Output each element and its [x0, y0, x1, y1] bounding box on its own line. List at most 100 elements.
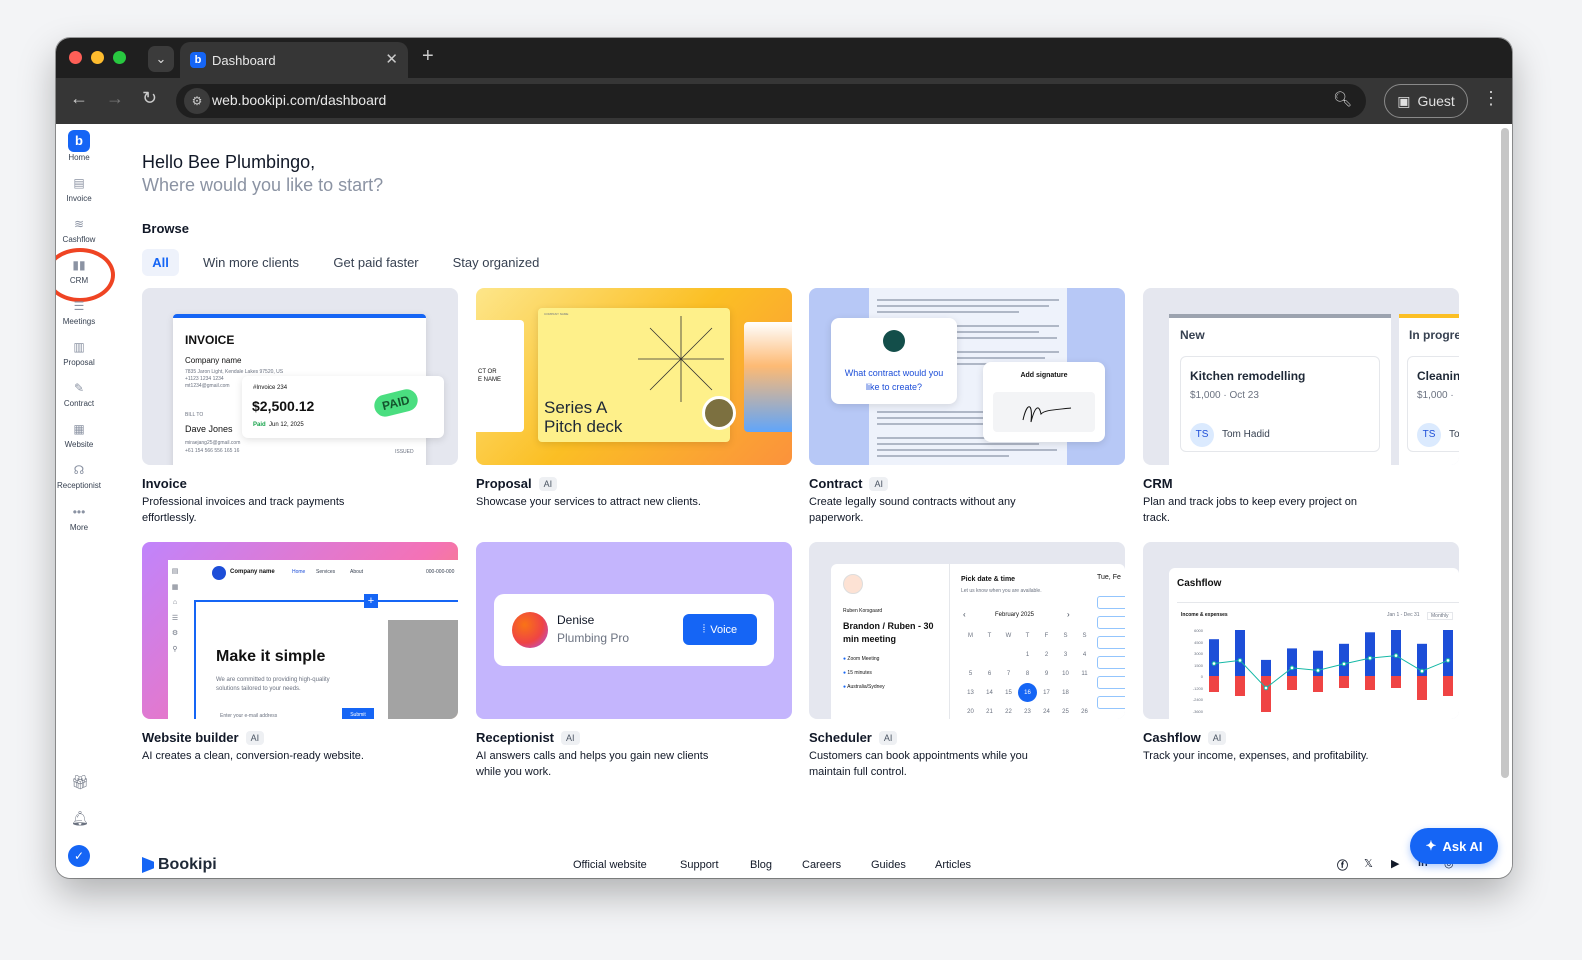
cashflow-icon: ≋ — [73, 217, 85, 231]
footer-link-guides[interactable]: Guides — [871, 859, 906, 871]
scheduler-duration-text: 15 minutes — [847, 670, 872, 676]
zoom-icon[interactable]: 🔍︎ — [1333, 90, 1352, 108]
card-cashflow[interactable]: Cashflow Income & expenses Jan 1 - Dec 3… — [1143, 542, 1459, 765]
maximize-window-button[interactable] — [113, 51, 126, 64]
cashflow-income-bar — [1365, 632, 1375, 676]
profile-button[interactable]: ▣ Guest — [1384, 84, 1468, 118]
scheduler-host: Ruben Korsgaard — [843, 608, 883, 614]
website-preview: ▤ ▦ ⌂ ☰ ⚙ ⚲ Company name Home Services About … — [142, 542, 458, 719]
cashflow-y-tick: 3000 — [1194, 651, 1203, 656]
new-tab-plus-icon[interactable]: + — [422, 45, 434, 68]
url-text[interactable]: web.bookipi.com/dashboard — [212, 92, 386, 108]
tab-search-chevron-down-icon[interactable]: ⌄ — [148, 46, 174, 72]
sidebar-item-cashflow[interactable]: ≋ Cashflow — [56, 214, 102, 244]
sidebar-item-home[interactable]: b Home — [56, 130, 102, 162]
close-window-button[interactable] — [69, 51, 82, 64]
chip-stay-organized[interactable]: Stay organized — [448, 249, 544, 276]
cashflow-range: Jan 1 - Dec 31 — [1387, 612, 1420, 618]
add-section-plus-icon: + — [364, 594, 378, 608]
close-tab-icon[interactable]: ✕ — [385, 50, 398, 68]
sidebar-item-website[interactable]: ▦ Website — [56, 419, 102, 449]
home-icon: b — [68, 130, 90, 152]
bookipi-logo-icon — [142, 857, 154, 873]
footer-link-blog[interactable]: Blog — [750, 859, 772, 871]
calendar-weekday: F — [1044, 632, 1049, 639]
calendar-day: 14 — [986, 689, 993, 696]
cashflow-divider — [1177, 602, 1459, 603]
forward-icon[interactable]: → — [106, 88, 124, 109]
sidebar-item-receptionist[interactable]: ☊ Receptionist — [56, 460, 102, 490]
bookipi-logo[interactable]: Bookipi — [142, 856, 217, 874]
proposal-icon: ▥ — [73, 340, 85, 354]
cashflow-y-tick: 4500 — [1194, 639, 1203, 645]
ask-ai-button[interactable]: ✦ Ask AI — [1410, 828, 1498, 864]
invoice-email: miraejang25@gmail.com — [185, 440, 241, 446]
calendar-day: 26 — [1081, 708, 1088, 715]
receptionist-name: Denise — [557, 613, 595, 627]
chip-get-paid-faster[interactable]: Get paid faster — [328, 249, 424, 276]
active-tab[interactable]: b Dashboard ✕ — [180, 42, 408, 78]
footer-link-support[interactable]: Support — [680, 859, 719, 871]
calendar-day: 21 — [986, 708, 993, 715]
website-email-input: Enter your e-mail address — [216, 708, 342, 719]
sidebar: b Home ▤ Invoice ≋ Cashflow ▮▮ CRM ☰ Mee… — [56, 124, 115, 878]
sidebar-item-meetings[interactable]: ☰ Meetings — [56, 296, 102, 326]
tab-title: Dashboard — [212, 53, 276, 68]
card-description: Plan and track jobs to keep every projec… — [1143, 496, 1358, 524]
card-description: AI answers calls and helps you gain new … — [476, 750, 709, 778]
cashflow-subtitle: Income & expenses — [1181, 612, 1228, 618]
card-proposal[interactable]: CT OR E NAME COMPANY NAME Series A Pitch… — [476, 288, 792, 511]
x-icon[interactable]: 𝕏 — [1364, 857, 1373, 870]
sidebar-item-label: Invoice — [66, 194, 92, 203]
site-settings-tune-icon[interactable]: ⚙ — [184, 88, 210, 114]
card-title: Contract — [809, 476, 863, 491]
reload-icon[interactable]: ↻ — [142, 88, 157, 109]
sidebar-item-proposal[interactable]: ▥ Proposal — [56, 337, 102, 367]
card-invoice[interactable]: INVOICE Company name 7835 Jaron Light, K… — [142, 288, 458, 526]
chip-all[interactable]: All — [142, 249, 179, 276]
website-subtext: We are committed to providing high-quali… — [216, 677, 330, 692]
ai-badge: AI — [1207, 730, 1227, 745]
address-bar[interactable]: ⚙ web.bookipi.com/dashboard 🔍︎ — [176, 84, 1366, 118]
minimize-window-button[interactable] — [91, 51, 104, 64]
calendar-day: 17 — [1043, 689, 1050, 696]
back-icon[interactable]: ← — [70, 88, 88, 109]
footer: Bookipi Official website Support Blog Ca… — [142, 856, 1454, 876]
calendar-day: 18 — [1062, 689, 1069, 696]
page-scrollbar[interactable] — [1501, 128, 1509, 778]
footer-link-official-website[interactable]: Official website — [573, 859, 647, 871]
chip-win-more-clients[interactable]: Win more clients — [198, 249, 304, 276]
card-description: Professional invoices and track payments… — [142, 496, 345, 524]
youtube-icon[interactable]: ▶ — [1391, 857, 1399, 870]
proposal-left-page: CT OR E NAME — [476, 320, 524, 432]
card-contract[interactable]: What contract would you like to create? … — [809, 288, 1125, 526]
cashflow-expense-bar — [1313, 676, 1323, 692]
kebab-icon[interactable]: ⋮ — [1482, 88, 1500, 109]
time-slot-list — [1097, 596, 1125, 709]
profile-check-icon[interactable]: ✓ — [68, 845, 90, 867]
card-website-builder[interactable]: ▤ ▦ ⌂ ☰ ⚙ ⚲ Company name Home Services About … — [142, 542, 458, 765]
gift-icon[interactable]: 🎁︎ — [71, 774, 89, 791]
card-description: AI creates a clean, conversion-ready web… — [142, 750, 364, 762]
facebook-icon[interactable]: ⓕ — [1337, 857, 1348, 873]
scheduler-pick: Pick date & time — [961, 576, 1016, 583]
cashflow-income-bar — [1339, 643, 1349, 676]
website-headline: Make it simple — [216, 648, 326, 665]
sidebar-item-more[interactable]: ••• More — [56, 502, 102, 532]
card-crm[interactable]: New Kitchen remodelling $1,000 · Oct 23 … — [1143, 288, 1459, 526]
invoice-issued: ISSUED — [395, 449, 414, 455]
crm-job-card: Kitchen remodelling $1,000 · Oct 23 TS T… — [1180, 356, 1380, 452]
footer-link-articles[interactable]: Articles — [935, 859, 971, 871]
sidebar-item-label: Meetings — [62, 317, 96, 326]
card-receptionist[interactable]: Denise Plumbing Pro ⦙ Voice Receptionist A… — [476, 542, 792, 780]
ai-badge: AI — [561, 730, 580, 745]
bell-icon[interactable]: 🔔︎ — [71, 810, 89, 827]
cashflow-y-tick: 1500 — [1194, 662, 1203, 668]
crm-assignee: To — [1449, 429, 1459, 440]
sidebar-item-contract[interactable]: ✎ Contract — [56, 378, 102, 408]
footer-link-careers[interactable]: Careers — [802, 859, 841, 871]
cashflow-y-tick: 6000 — [1194, 628, 1203, 633]
card-scheduler[interactable]: Ruben Korsgaard Brandon / Ruben - 30 min… — [809, 542, 1125, 780]
proposal-avatar — [702, 396, 736, 430]
sidebar-item-invoice[interactable]: ▤ Invoice — [56, 173, 102, 203]
